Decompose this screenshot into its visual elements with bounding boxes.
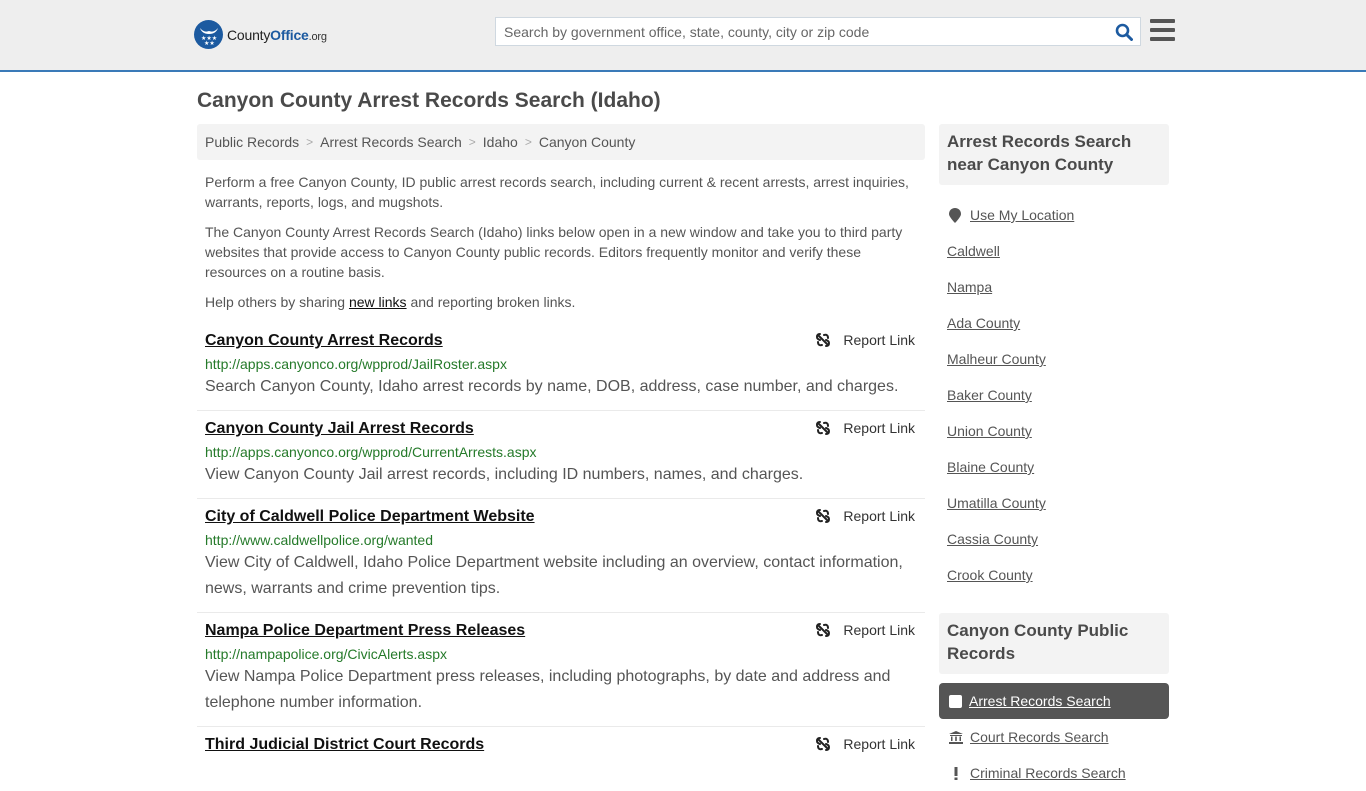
nearby-item: Ada County (947, 305, 1161, 341)
new-links-link[interactable]: new links (349, 294, 407, 310)
report-link-button[interactable]: Report Link (815, 736, 915, 752)
result-url: http://apps.canyonco.org/wpprod/CurrentA… (205, 444, 537, 460)
breadcrumb: Public Records > Arrest Records Search >… (197, 124, 925, 160)
report-link-button[interactable]: Report Link (815, 420, 915, 436)
nearby-link[interactable]: Caldwell (947, 243, 1000, 259)
result-title-link[interactable]: City of Caldwell Police Department Websi… (205, 507, 535, 527)
result-url: http://www.caldwellpolice.org/wanted (205, 532, 434, 548)
search-icon (1115, 23, 1133, 41)
sidebar: Arrest Records Search near Canyon County… (939, 124, 1169, 791)
records-item-arrest[interactable]: Arrest Records Search (939, 683, 1169, 719)
result-item: Canyon County Jail Arrest Records http:/… (197, 411, 925, 499)
nearby-item: Nampa (947, 269, 1161, 305)
result-title-link[interactable]: Nampa Police Department Press Releases (205, 621, 525, 641)
breadcrumb-item[interactable]: Idaho (483, 134, 518, 150)
nearby-link[interactable]: Crook County (947, 567, 1033, 583)
intro-paragraph: Perform a free Canyon County, ID public … (205, 174, 909, 210)
result-item: Nampa Police Department Press Releases h… (197, 613, 925, 727)
result-title-link[interactable]: Third Judicial District Court Records (205, 735, 484, 755)
result-description: View Canyon County Jail arrest records, … (205, 466, 804, 483)
report-link-button[interactable]: Report Link (815, 508, 915, 524)
intro-paragraph: Help others by sharing new links and rep… (205, 294, 576, 310)
logo-text: CountyOffice.org (227, 26, 327, 43)
result-title-link[interactable]: Canyon County Jail Arrest Records (205, 419, 474, 439)
nearby-item: Crook County (947, 557, 1161, 593)
records-item-court[interactable]: Court Records Search (939, 719, 1169, 755)
checkbox-icon (949, 694, 962, 708)
results-list: Canyon County Arrest Records http://apps… (197, 323, 925, 765)
nearby-item: Baker County (947, 377, 1161, 413)
intro-text: Perform a free Canyon County, ID public … (197, 172, 925, 312)
result-url: http://nampapolice.org/CivicAlerts.aspx (205, 646, 447, 662)
records-link[interactable]: Criminal Records Search (970, 765, 1126, 781)
records-link[interactable]: Court Records Search (970, 729, 1109, 745)
result-item: City of Caldwell Police Department Websi… (197, 499, 925, 613)
nearby-link[interactable]: Nampa (947, 279, 992, 295)
nearby-item: Cassia County (947, 521, 1161, 557)
report-link-button[interactable]: Report Link (815, 622, 915, 638)
hamburger-menu-icon[interactable] (1150, 19, 1175, 41)
result-item: Third Judicial District Court Records Re… (197, 727, 925, 765)
page-title: Canyon County Arrest Records Search (Ida… (197, 89, 661, 112)
search-button[interactable] (1108, 18, 1140, 45)
use-location-item: Use My Location (947, 197, 1161, 233)
nearby-item: Blaine County (947, 449, 1161, 485)
nearby-link[interactable]: Umatilla County (947, 495, 1046, 511)
broken-link-icon (816, 737, 831, 751)
nearby-item: Umatilla County (947, 485, 1161, 521)
result-item: Canyon County Arrest Records http://apps… (197, 323, 925, 411)
result-url: http://apps.canyonco.org/wpprod/JailRost… (205, 356, 507, 372)
courthouse-icon (949, 730, 963, 744)
result-description: View Nampa Police Department press relea… (205, 668, 891, 711)
map-marker-icon (949, 207, 961, 223)
breadcrumb-item[interactable]: Public Records (205, 134, 299, 150)
nearby-heading: Arrest Records Search near Canyon County (939, 124, 1169, 185)
nearby-link[interactable]: Ada County (947, 315, 1020, 331)
records-item-criminal[interactable]: Criminal Records Search (939, 755, 1169, 791)
breadcrumb-separator: > (524, 135, 532, 149)
site-logo[interactable]: ★★★ ★★ CountyOffice.org (194, 20, 327, 49)
nearby-link[interactable]: Baker County (947, 387, 1032, 403)
search-input[interactable] (496, 18, 1108, 45)
nearby-link[interactable]: Union County (947, 423, 1032, 439)
public-records-list: Arrest Records Search Court Records Sear… (939, 683, 1169, 791)
exclamation-icon (954, 766, 958, 780)
breadcrumb-separator: > (306, 135, 314, 149)
broken-link-icon (816, 509, 831, 523)
intro-paragraph: The Canyon County Arrest Records Search … (205, 224, 903, 280)
nearby-item: Union County (947, 413, 1161, 449)
breadcrumb-separator: > (468, 135, 476, 149)
eagle-logo-icon: ★★★ ★★ (194, 20, 223, 49)
site-header: ★★★ ★★ CountyOffice.org (0, 0, 1366, 72)
result-title-link[interactable]: Canyon County Arrest Records (205, 331, 443, 351)
nearby-item: Malheur County (947, 341, 1161, 377)
search-bar (495, 17, 1141, 46)
result-description: Search Canyon County, Idaho arrest recor… (205, 378, 899, 395)
nearby-link[interactable]: Malheur County (947, 351, 1046, 367)
nearby-link[interactable]: Blaine County (947, 459, 1034, 475)
result-description: View City of Caldwell, Idaho Police Depa… (205, 554, 903, 597)
broken-link-icon (816, 421, 831, 435)
svg-text:★★: ★★ (204, 40, 215, 45)
public-records-heading: Canyon County Public Records (939, 613, 1169, 674)
main-content: Public Records > Arrest Records Search >… (197, 124, 925, 765)
breadcrumb-item[interactable]: Canyon County (539, 134, 636, 150)
records-link[interactable]: Arrest Records Search (969, 693, 1111, 709)
breadcrumb-item[interactable]: Arrest Records Search (320, 134, 462, 150)
nearby-link[interactable]: Cassia County (947, 531, 1038, 547)
use-my-location-link[interactable]: Use My Location (970, 207, 1074, 223)
broken-link-icon (816, 333, 831, 347)
nearby-list: Use My Location Caldwell Nampa Ada Count… (939, 197, 1169, 593)
report-link-button[interactable]: Report Link (815, 332, 915, 348)
nearby-item: Caldwell (947, 233, 1161, 269)
broken-link-icon (816, 623, 831, 637)
